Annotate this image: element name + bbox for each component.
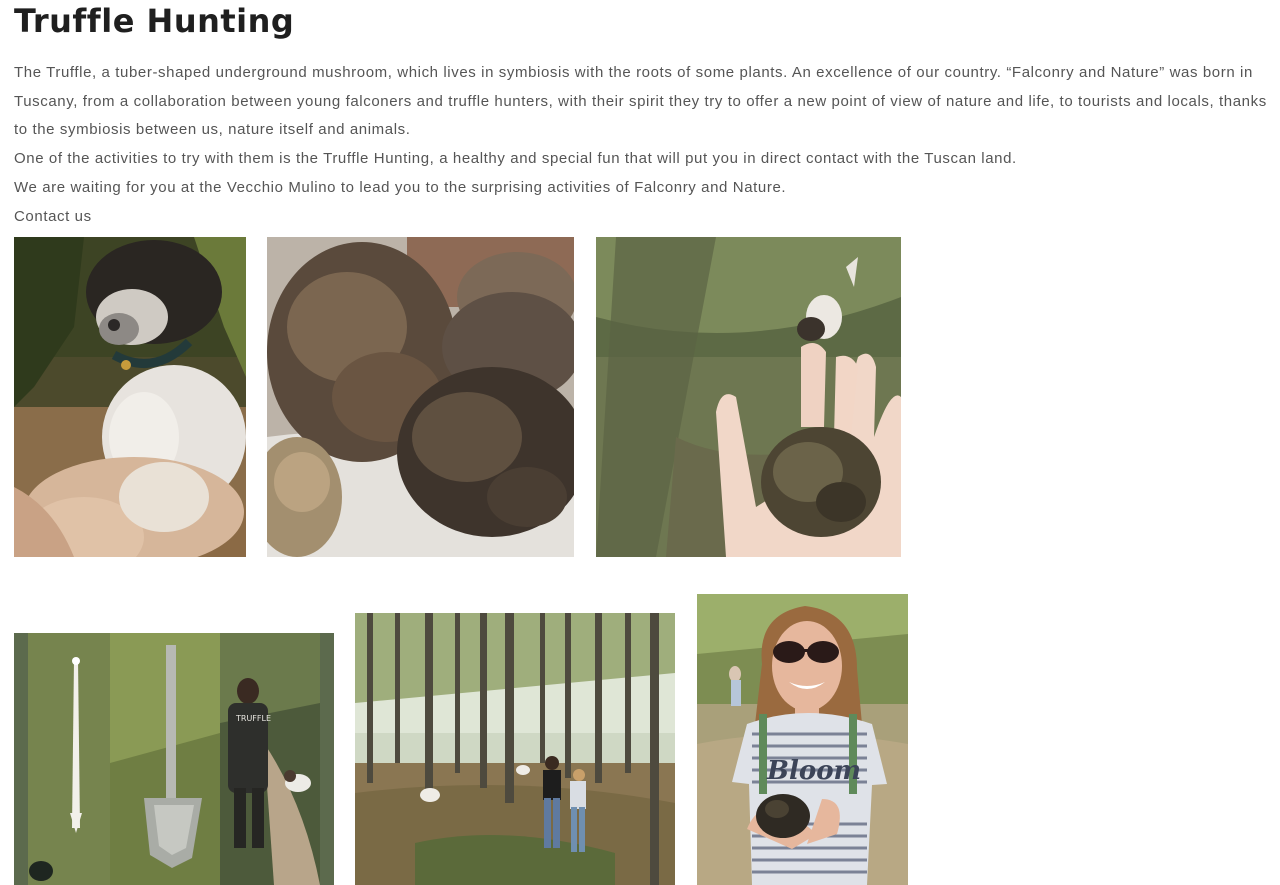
photo-truffles-closeup	[267, 237, 574, 557]
intro-paragraph: The Truffle, a tuber-shaped underground …	[14, 64, 1267, 139]
contact-us-link[interactable]: Contact us	[14, 208, 92, 225]
page-title: Truffle Hunting	[14, 2, 295, 40]
shirt-text: Bloom	[766, 756, 861, 786]
photo-hand-holding-truffle	[596, 237, 901, 557]
photo-woods-with-kids	[355, 613, 675, 885]
intro-paragraph: We are waiting for you at the Vecchio Mu…	[14, 178, 787, 196]
photo-woman-with-truffle: Bloom	[697, 594, 908, 885]
contact-paragraph: Contact us	[14, 203, 1276, 232]
intro-paragraph: One of the activities to try with them i…	[14, 150, 1017, 168]
jacket-text: TRUFFLE	[235, 714, 271, 723]
photo-truffle-tools-collage: TRUFFLE	[14, 633, 334, 885]
photo-dog-with-truffle	[14, 237, 246, 557]
intro-text: The Truffle, a tuber-shaped underground …	[14, 59, 1276, 231]
